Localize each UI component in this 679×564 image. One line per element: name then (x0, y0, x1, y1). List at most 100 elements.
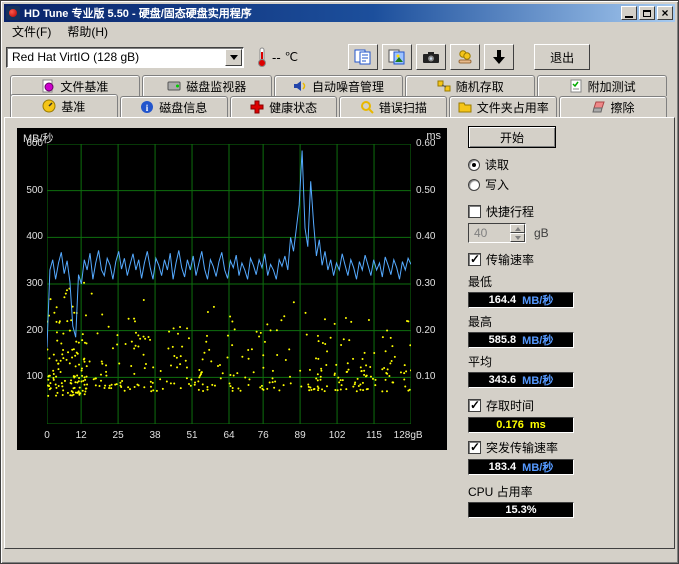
close-icon: × (661, 8, 668, 18)
access-time-dot (73, 375, 75, 377)
access-time-dot (105, 371, 107, 373)
access-time-dot (247, 349, 249, 351)
shortstroke-size-input[interactable]: 40 (468, 223, 526, 243)
access-time-dot (220, 377, 222, 379)
tab-aam[interactable]: 自动噪音管理 (274, 75, 404, 96)
menu-help[interactable]: 帮助(H) (59, 21, 116, 42)
benchmark-icon (42, 99, 56, 113)
titlebar[interactable]: HD Tune 专业版 5.50 - 硬盘/固态硬盘实用程序 × (4, 4, 675, 22)
access-time-dot (53, 354, 55, 356)
spin-down-icon[interactable] (510, 233, 525, 242)
access-time-dot (148, 336, 150, 338)
access-time-dot (116, 334, 118, 336)
access-time-dot (407, 390, 409, 392)
access-time-dot (83, 358, 85, 360)
tab-erase[interactable]: 擦除 (559, 96, 667, 117)
tab-label: 磁盘信息 (159, 99, 207, 116)
tab-disk-monitor[interactable]: 磁盘监视器 (142, 75, 272, 96)
access-time-dot (166, 381, 168, 383)
menu-file[interactable]: 文件(F) (4, 21, 59, 42)
access-time-dot (75, 341, 77, 343)
access-time-dot (119, 385, 121, 387)
tab-file-benchmark[interactable]: 文件基准 (10, 75, 140, 96)
access-time-dot (159, 378, 161, 380)
access-time-dot (104, 385, 106, 387)
spin-up-icon[interactable] (510, 224, 525, 233)
read-radio[interactable]: 读取 (468, 156, 582, 173)
access-time-dot (55, 384, 57, 386)
temperature-icon (256, 47, 268, 67)
access-time-dot (129, 388, 131, 390)
access-time-dot (69, 362, 71, 364)
maximize-button[interactable] (639, 6, 655, 20)
access-time-dot (362, 358, 364, 360)
combo-dropdown-button[interactable] (225, 49, 242, 66)
access-time-dot (283, 384, 285, 386)
access-time-dot (60, 371, 62, 373)
tab-disk-info[interactable]: i 磁盘信息 (120, 96, 228, 117)
minimize-button[interactable] (621, 6, 637, 20)
spinner-buttons[interactable] (510, 224, 525, 242)
access-time-dot (131, 341, 133, 343)
access-time-dot (309, 387, 311, 389)
access-time-dot (202, 390, 204, 392)
access-time-dot (345, 388, 347, 390)
access-time-dot (62, 349, 64, 351)
access-time-dot (362, 389, 364, 391)
tab-folder-usage[interactable]: 文件夹占用率 (449, 96, 557, 117)
donate-button[interactable] (450, 44, 480, 70)
access-time-dot (82, 380, 84, 382)
exit-button[interactable]: 退出 (534, 44, 590, 70)
access-time-dot (50, 298, 52, 300)
tab-benchmark[interactable]: 基准 (10, 94, 118, 117)
access-time-dot (73, 394, 75, 396)
access-time-dot (60, 343, 62, 345)
axis-tick-label: 115 (366, 430, 382, 441)
access-time-dot (63, 296, 65, 298)
cpu-usage-value: 15.3% (505, 504, 536, 516)
burst-rate-checkbox[interactable]: 突发传输速率 (468, 439, 582, 456)
access-time-dot (173, 382, 175, 384)
access-time-dot (274, 381, 276, 383)
save-button[interactable] (484, 44, 514, 70)
access-time-checkbox[interactable]: 存取时间 (468, 397, 582, 414)
tab-health[interactable]: 健康状态 (230, 96, 338, 117)
access-time-dot (82, 390, 84, 392)
access-time-dot (203, 352, 205, 354)
drive-select[interactable]: Red Hat VirtIO (128 gB) (6, 47, 244, 68)
close-button[interactable]: × (657, 6, 673, 20)
tab-error-scan[interactable]: 错误扫描 (339, 96, 447, 117)
tab-extra-tests[interactable]: 附加测试 (537, 75, 667, 96)
access-time-dot (79, 387, 81, 389)
access-time-dot (366, 375, 368, 377)
access-time-dot (253, 371, 255, 373)
coins-hand-icon (456, 49, 474, 65)
tab-label: 健康状态 (269, 99, 317, 116)
start-button[interactable]: 开始 (468, 126, 556, 148)
access-time-dot (194, 381, 196, 383)
shortstroke-checkbox[interactable]: 快捷行程 (468, 203, 582, 220)
menubar: 文件(F) 帮助(H) (4, 22, 675, 41)
access-time-dot (75, 365, 77, 367)
tab-random-access[interactable]: 随机存取 (405, 75, 535, 96)
access-time-dot (348, 339, 350, 341)
access-time-dot (55, 376, 57, 378)
access-time-dot (86, 365, 88, 367)
cpu-usage-label: CPU 占用率 (468, 483, 582, 500)
access-time-dot (340, 388, 342, 390)
max-unit: MB/秒 (522, 332, 553, 348)
copy-image-button[interactable] (382, 44, 412, 70)
access-time-dot (385, 350, 387, 352)
access-time-dot (276, 329, 278, 331)
access-time-dot (347, 362, 349, 364)
axis-tick-label: 38 (150, 430, 161, 441)
access-time-dot (273, 387, 275, 389)
access-time-dot (206, 335, 208, 337)
transfer-rate-checkbox[interactable]: 传输速率 (468, 251, 582, 268)
write-radio[interactable]: 写入 (468, 176, 582, 193)
max-value: 585.8 (489, 334, 517, 346)
access-time-dot (56, 331, 58, 333)
screenshot-button[interactable] (416, 44, 446, 70)
copy-text-button[interactable] (348, 44, 378, 70)
access-time-dot (170, 364, 172, 366)
